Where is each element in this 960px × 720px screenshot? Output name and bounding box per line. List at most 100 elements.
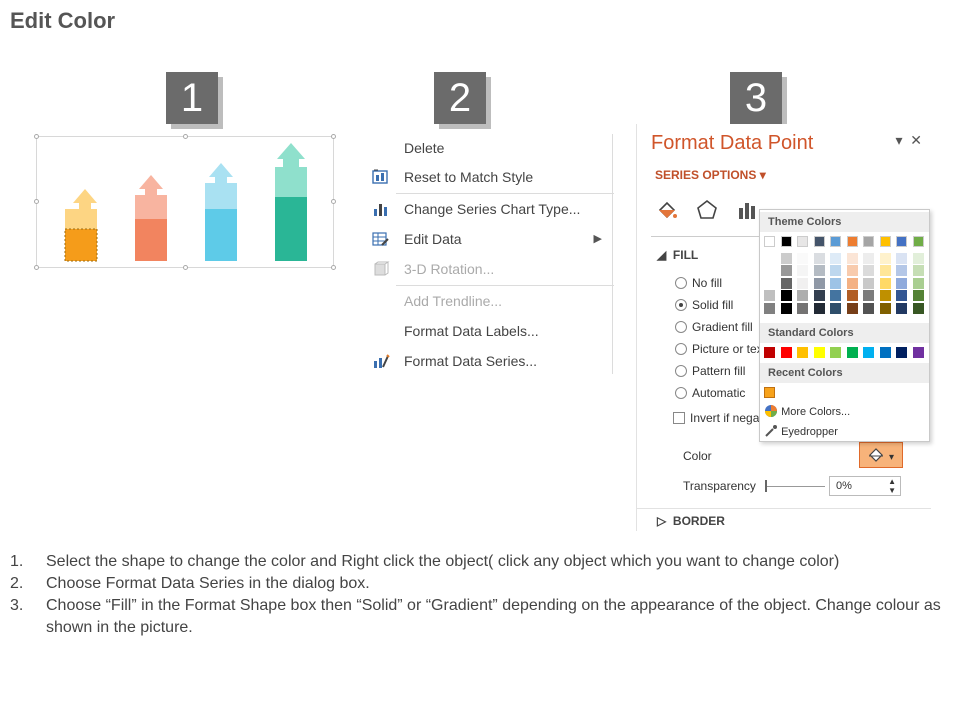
pattern-fill-radio[interactable]: Pattern fill <box>675 364 745 378</box>
menu-item-delete[interactable]: Delete <box>366 134 614 162</box>
theme-color-swatch[interactable] <box>797 277 808 289</box>
theme-color-swatch[interactable] <box>764 290 775 301</box>
solid-fill-radio[interactable]: Solid fill <box>675 298 733 312</box>
theme-color-swatch[interactable] <box>896 252 907 264</box>
theme-color-swatch[interactable] <box>797 302 808 314</box>
transparency-input[interactable]: 0% ▲ ▼ <box>829 476 901 496</box>
theme-color-swatch[interactable] <box>912 302 924 314</box>
theme-color-swatch[interactable] <box>863 265 874 276</box>
theme-color-swatch[interactable] <box>797 252 808 264</box>
theme-color-swatch[interactable] <box>780 277 792 289</box>
no-fill-radio[interactable]: No fill <box>675 276 722 290</box>
theme-color-swatch[interactable] <box>879 290 891 301</box>
chart-bar-3[interactable] <box>205 163 237 261</box>
theme-color-swatch[interactable] <box>846 290 858 301</box>
theme-color-swatch[interactable] <box>912 252 924 264</box>
theme-color-swatch[interactable] <box>912 277 924 289</box>
fill-line-tab-icon[interactable] <box>655 198 679 222</box>
theme-color-swatch[interactable] <box>912 265 924 276</box>
theme-color-swatch[interactable] <box>879 277 891 289</box>
fill-color-button[interactable]: ▾ <box>859 442 903 468</box>
theme-color-swatch[interactable] <box>896 265 907 276</box>
menu-item-reset-style[interactable]: Reset to Match Style <box>366 162 614 192</box>
theme-color-swatch[interactable] <box>896 236 907 247</box>
theme-color-swatch[interactable] <box>846 277 858 289</box>
pane-menu-icon[interactable]: ▾ <box>895 132 902 148</box>
theme-color-swatch[interactable] <box>863 290 874 301</box>
standard-color-swatch[interactable] <box>797 347 808 358</box>
theme-color-swatch[interactable] <box>846 265 858 276</box>
transparency-slider[interactable] <box>765 486 825 487</box>
standard-color-swatch[interactable] <box>912 347 924 358</box>
theme-color-swatch[interactable] <box>764 252 775 264</box>
theme-color-swatch[interactable] <box>813 252 825 264</box>
theme-color-swatch[interactable] <box>830 290 841 301</box>
theme-color-swatch[interactable] <box>813 265 825 276</box>
border-section-header[interactable]: ▷ BORDER <box>657 514 725 528</box>
recent-color-swatch[interactable] <box>764 387 775 398</box>
standard-color-swatch[interactable] <box>764 347 775 358</box>
theme-color-swatch[interactable] <box>797 265 808 276</box>
theme-color-swatch[interactable] <box>863 236 874 247</box>
series-options-dropdown[interactable]: SERIES OPTIONS ▾ <box>655 168 766 182</box>
fill-section-header[interactable]: ◢ FILL <box>657 248 698 262</box>
chart-bar-2[interactable] <box>135 175 167 261</box>
theme-color-swatch[interactable] <box>764 265 775 276</box>
slider-thumb[interactable] <box>765 480 767 492</box>
theme-color-swatch[interactable] <box>896 277 907 289</box>
gradient-fill-radio[interactable]: Gradient fill <box>675 320 753 334</box>
theme-color-swatch[interactable] <box>912 290 924 301</box>
theme-color-swatch[interactable] <box>764 277 775 289</box>
menu-item-format-data-series[interactable]: Format Data Series... <box>366 346 614 376</box>
theme-color-swatch[interactable] <box>879 236 891 247</box>
theme-color-swatch[interactable] <box>879 302 891 314</box>
theme-color-swatch[interactable] <box>780 265 792 276</box>
theme-color-swatch[interactable] <box>764 302 775 314</box>
automatic-fill-radio[interactable]: Automatic <box>675 386 745 400</box>
theme-color-swatch[interactable] <box>797 236 808 247</box>
theme-color-swatch[interactable] <box>846 302 858 314</box>
invert-if-negative-checkbox[interactable]: Invert if nega <box>673 411 759 425</box>
theme-color-swatch[interactable] <box>813 236 825 247</box>
picture-fill-radio[interactable]: Picture or tex <box>675 342 763 356</box>
theme-color-swatch[interactable] <box>830 277 841 289</box>
theme-color-swatch[interactable] <box>797 290 808 301</box>
effects-tab-icon[interactable] <box>695 198 719 222</box>
theme-color-swatch[interactable] <box>780 290 792 301</box>
theme-color-swatch[interactable] <box>863 302 874 314</box>
theme-color-swatch[interactable] <box>780 236 792 247</box>
theme-color-swatch[interactable] <box>830 236 841 247</box>
standard-color-swatch[interactable] <box>863 347 874 358</box>
chart-bar-4[interactable] <box>275 143 307 261</box>
theme-color-swatch[interactable] <box>846 252 858 264</box>
menu-item-change-chart-type[interactable]: Change Series Chart Type... <box>366 194 614 224</box>
series-options-tab-icon[interactable] <box>735 198 759 222</box>
theme-color-swatch[interactable] <box>813 302 825 314</box>
standard-color-swatch[interactable] <box>879 347 891 358</box>
arrow-bar-chart[interactable] <box>34 134 336 270</box>
standard-color-swatch[interactable] <box>813 347 825 358</box>
theme-color-swatch[interactable] <box>813 277 825 289</box>
theme-color-swatch[interactable] <box>912 236 924 247</box>
standard-color-swatch[interactable] <box>780 347 792 358</box>
chart-bar-1[interactable] <box>64 189 98 262</box>
theme-color-swatch[interactable] <box>813 290 825 301</box>
theme-color-swatch[interactable] <box>863 252 874 264</box>
eyedropper-item[interactable]: Eyedropper <box>764 424 838 438</box>
theme-color-swatch[interactable] <box>830 302 841 314</box>
menu-item-edit-data[interactable]: Edit Data ▶ <box>366 224 614 254</box>
theme-color-swatch[interactable] <box>830 252 841 264</box>
theme-color-swatch[interactable] <box>764 236 775 247</box>
theme-color-swatch[interactable] <box>896 302 907 314</box>
theme-color-swatch[interactable] <box>879 252 891 264</box>
more-colors-item[interactable]: More Colors... <box>764 404 850 418</box>
standard-color-swatch[interactable] <box>846 347 858 358</box>
theme-color-swatch[interactable] <box>780 252 792 264</box>
menu-item-format-data-labels[interactable]: Format Data Labels... <box>366 316 614 346</box>
theme-color-swatch[interactable] <box>830 265 841 276</box>
theme-color-swatch[interactable] <box>879 265 891 276</box>
standard-color-swatch[interactable] <box>896 347 907 358</box>
theme-color-swatch[interactable] <box>896 290 907 301</box>
theme-color-swatch[interactable] <box>846 236 858 247</box>
theme-color-swatch[interactable] <box>863 277 874 289</box>
